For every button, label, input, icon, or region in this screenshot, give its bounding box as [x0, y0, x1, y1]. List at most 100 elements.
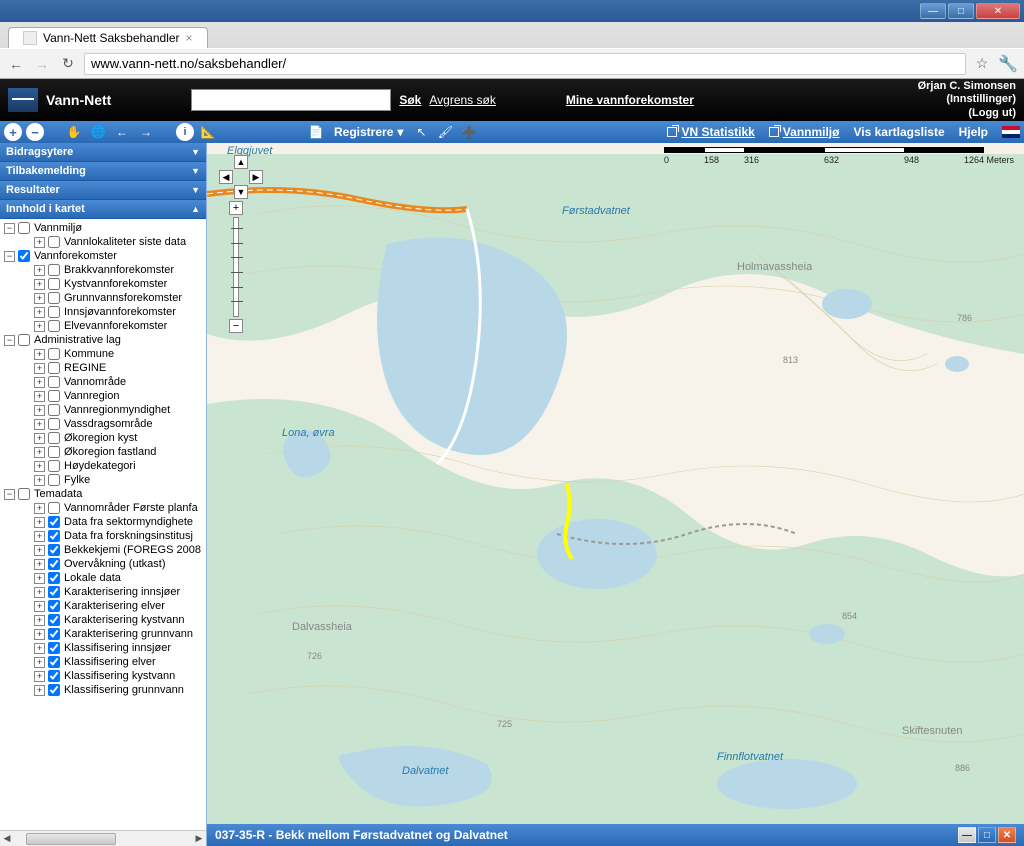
hjelp-button[interactable]: Hjelp: [959, 125, 988, 139]
tree-innsjo[interactable]: +Innsjøvannforekomster: [2, 305, 204, 319]
panel-resultater[interactable]: Resultater▼: [0, 181, 206, 200]
refine-search-link[interactable]: Avgrens søk: [429, 93, 495, 107]
panel-bidragsytere[interactable]: Bidragsytere▼: [0, 143, 206, 162]
status-maximize-button[interactable]: □: [978, 827, 996, 843]
settings-link[interactable]: (Innstillinger): [918, 93, 1016, 106]
search-button[interactable]: Søk: [399, 93, 421, 107]
sidebar: Bidragsytere▼ Tilbakemelding▼ Resultater…: [0, 143, 207, 846]
tree-temadata[interactable]: −Temadata: [2, 487, 204, 501]
vannmiljo-link[interactable]: Vannmiljø: [769, 125, 840, 139]
tree-karakt-grunnvann[interactable]: +Karakterisering grunnvann: [2, 627, 204, 641]
status-minimize-button[interactable]: —: [958, 827, 976, 843]
globe-tool-button[interactable]: 🌐: [88, 123, 108, 141]
pan-north-button[interactable]: ▲: [234, 155, 248, 169]
registrere-button[interactable]: Registrere ▾: [330, 125, 407, 139]
zoom-in-slider-button[interactable]: +: [229, 201, 243, 215]
tab-close-icon[interactable]: ×: [186, 31, 193, 45]
nav-back-button[interactable]: ←: [112, 123, 132, 141]
pan-control: ▲ ▼ ◀ ▶: [219, 155, 263, 199]
tree-data-forskning[interactable]: +Data fra forskningsinstitusj: [2, 529, 204, 543]
tree-vassdragsomrade[interactable]: +Vassdragsområde: [2, 417, 204, 431]
tree-klass-elver[interactable]: +Klassifisering elver: [2, 655, 204, 669]
bookmark-icon[interactable]: ☆: [972, 54, 992, 74]
tree-klass-grunnvann[interactable]: +Klassifisering grunnvann: [2, 683, 204, 697]
panel-innhold[interactable]: Innhold i kartet▲: [0, 200, 206, 219]
tree-overvakning[interactable]: +Overvåkning (utkast): [2, 557, 204, 571]
tree-vannforekomster[interactable]: −Vannforekomster: [2, 249, 204, 263]
popout-icon: [667, 127, 677, 137]
pan-west-button[interactable]: ◀: [219, 170, 233, 184]
pan-east-button[interactable]: ▶: [249, 170, 263, 184]
label-skiftesnuten: Skiftesnuten: [902, 725, 963, 737]
tree-kommune[interactable]: +Kommune: [2, 347, 204, 361]
tree-regine[interactable]: +REGINE: [2, 361, 204, 375]
logout-link[interactable]: (Logg ut): [918, 107, 1016, 120]
layer-tree: −Vannmiljø +Vannlokaliteter siste data −…: [0, 219, 206, 830]
tree-karakt-kystvann[interactable]: +Karakterisering kystvann: [2, 613, 204, 627]
pan-tool-button[interactable]: ✋: [64, 123, 84, 141]
tree-vannregion[interactable]: +Vannregion: [2, 389, 204, 403]
tree-brakkvann[interactable]: +Brakkvannforekomster: [2, 263, 204, 277]
browser-tab[interactable]: Vann-Nett Saksbehandler ×: [8, 27, 208, 48]
mine-vannforekomster-link[interactable]: Mine vannforekomster: [566, 93, 694, 107]
brush-tool-button[interactable]: 🖌: [435, 123, 455, 141]
tree-hoydekategori[interactable]: +Høydekategori: [2, 459, 204, 473]
reload-button[interactable]: ↻: [58, 54, 78, 74]
back-button[interactable]: ←: [6, 54, 26, 74]
tree-elve[interactable]: +Elvevannforekomster: [2, 319, 204, 333]
status-close-button[interactable]: ✕: [998, 827, 1016, 843]
measure-tool-button[interactable]: 📐: [198, 123, 218, 141]
tree-okoregion-kyst[interactable]: +Økoregion kyst: [2, 431, 204, 445]
panel-tilbakemelding[interactable]: Tilbakemelding▼: [0, 162, 206, 181]
zoom-out-slider-button[interactable]: −: [229, 319, 243, 333]
tree-vannregionmynd[interactable]: +Vannregionmyndighet: [2, 403, 204, 417]
favicon-icon: [23, 31, 37, 45]
user-block: Ørjan C. Simonsen (Innstillinger) (Logg …: [918, 80, 1016, 120]
tree-vannlokaliteter[interactable]: +Vannlokaliteter siste data: [2, 235, 204, 249]
tree-data-sektor[interactable]: +Data fra sektormyndighete: [2, 515, 204, 529]
tree-klass-innsjoer[interactable]: +Klassifisering innsjøer: [2, 641, 204, 655]
tree-adminlag[interactable]: −Administrative lag: [2, 333, 204, 347]
pan-south-button[interactable]: ▼: [234, 185, 248, 199]
app-logo-icon: [8, 88, 38, 112]
nav-forward-button[interactable]: →: [136, 123, 156, 141]
url-bar[interactable]: www.vann-nett.no/saksbehandler/: [84, 53, 966, 75]
zoom-track[interactable]: [233, 217, 239, 317]
tree-karakt-elver[interactable]: +Karakterisering elver: [2, 599, 204, 613]
vis-kartlagsliste-button[interactable]: Vis kartlagsliste: [853, 125, 944, 139]
label-h726: 726: [307, 651, 322, 661]
tree-bekkekjemi[interactable]: +Bekkekjemi (FOREGS 2008: [2, 543, 204, 557]
tree-lokale-data[interactable]: +Lokale data: [2, 571, 204, 585]
zoom-out-button[interactable]: −: [26, 123, 44, 141]
search-input[interactable]: [191, 89, 391, 111]
window-close-button[interactable]: ✕: [976, 3, 1020, 19]
map-canvas: [207, 143, 1024, 846]
language-flag-icon[interactable]: [1002, 126, 1020, 138]
vn-statistikk-link[interactable]: VN Statistikk: [667, 125, 754, 139]
status-text: 037-35-R - Bekk mellom Førstadvatnet og …: [215, 828, 508, 842]
tree-vannomrader-forste[interactable]: +Vannområder Første planfa: [2, 501, 204, 515]
window-minimize-button[interactable]: —: [920, 3, 946, 19]
tree-fylke[interactable]: +Fylke: [2, 473, 204, 487]
window-titlebar: — □ ✕: [0, 0, 1024, 22]
tree-vannomrade[interactable]: +Vannområde: [2, 375, 204, 389]
zoom-in-button[interactable]: +: [4, 123, 22, 141]
sidebar-hscroll[interactable]: ◀ ▶: [0, 830, 206, 846]
tree-vannmiljo[interactable]: −Vannmiljø: [2, 221, 204, 235]
add-point-button[interactable]: ➕: [459, 123, 479, 141]
browser-navbar: ← → ↻ www.vann-nett.no/saksbehandler/ ☆ …: [0, 48, 1024, 78]
tree-karakt-innsjoer[interactable]: +Karakterisering innsjøer: [2, 585, 204, 599]
tree-okoregion-fastland[interactable]: +Økoregion fastland: [2, 445, 204, 459]
forward-button[interactable]: →: [32, 54, 52, 74]
tree-kystvann[interactable]: +Kystvannforekomster: [2, 277, 204, 291]
window-maximize-button[interactable]: □: [948, 3, 974, 19]
map-area[interactable]: Elggjuvet Førstadvatnet Holmavassheia Lo…: [207, 143, 1024, 846]
tree-klass-kystvann[interactable]: +Klassifisering kystvann: [2, 669, 204, 683]
settings-wrench-icon[interactable]: 🔧: [998, 54, 1018, 74]
info-tool-button[interactable]: i: [176, 123, 194, 141]
pointer-tool-button[interactable]: ↖: [411, 123, 431, 141]
label-dalvatnet: Dalvatnet: [402, 765, 448, 777]
label-holmavassheia: Holmavassheia: [737, 261, 812, 273]
template-icon[interactable]: 📄: [306, 123, 326, 141]
tree-grunnvann[interactable]: +Grunnvannsforekomster: [2, 291, 204, 305]
